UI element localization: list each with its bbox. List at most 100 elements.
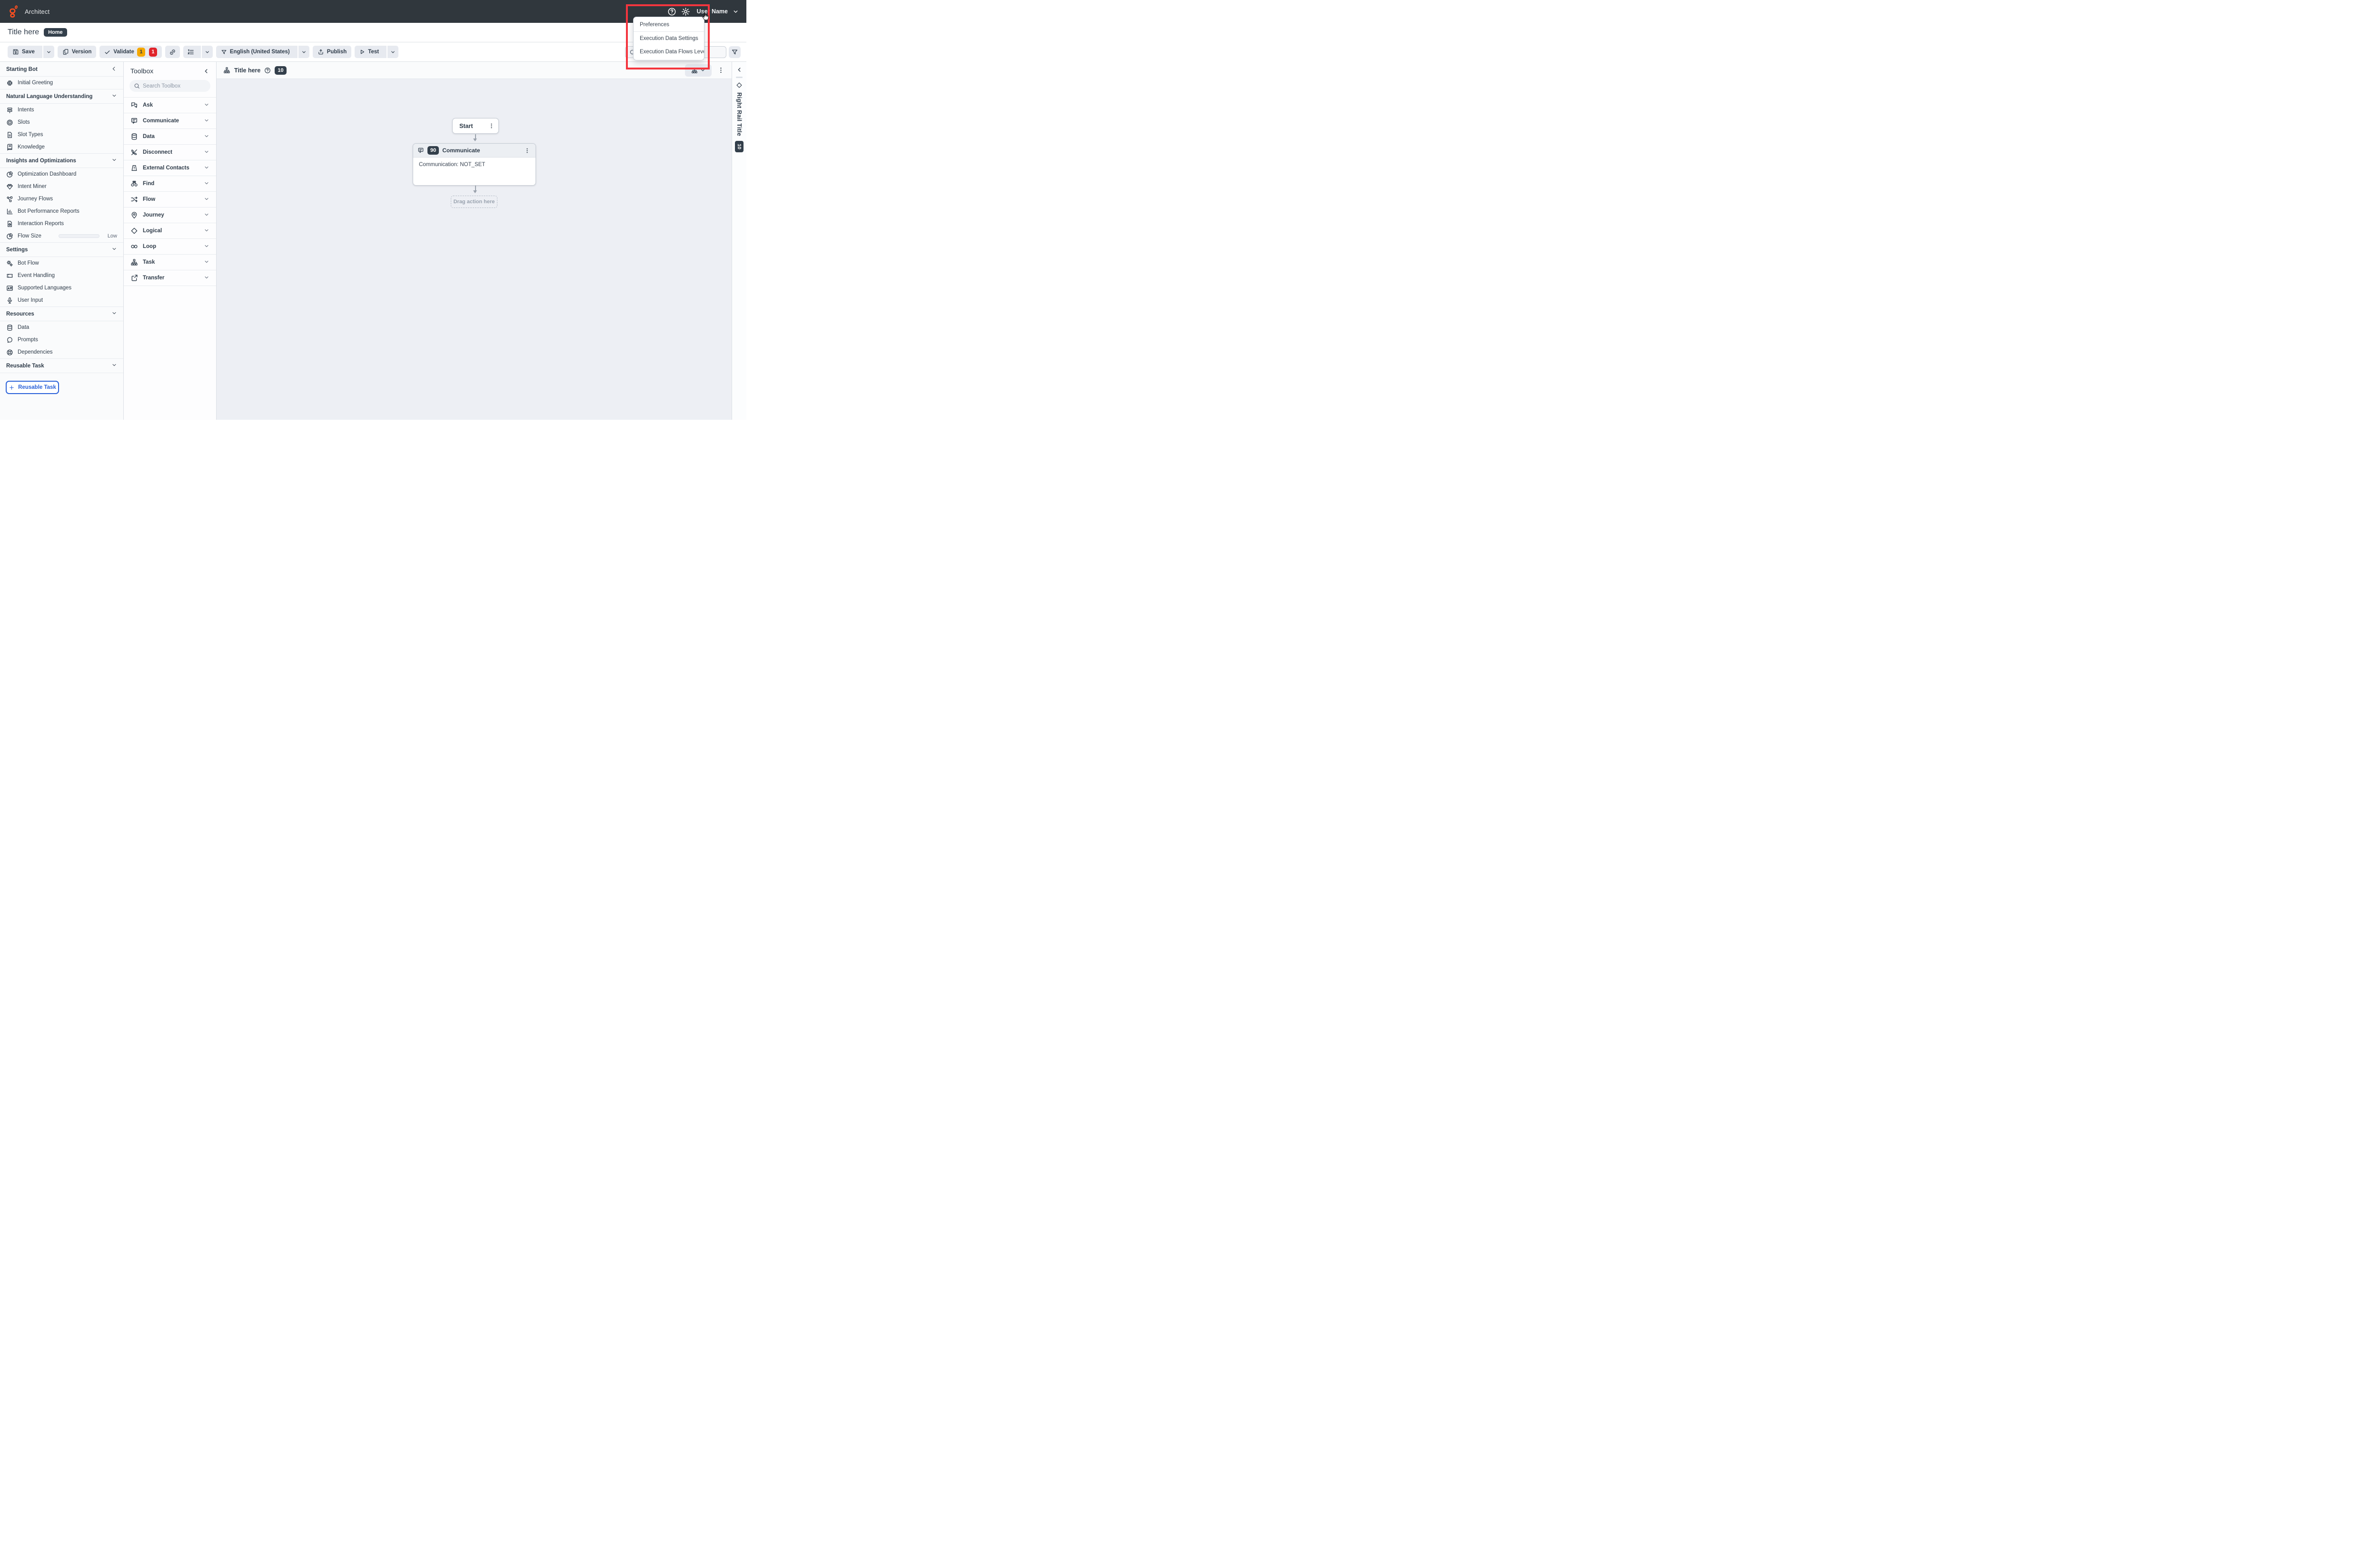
chevron-down-icon[interactable] xyxy=(111,93,117,99)
sidebar-section-resources[interactable]: Resources xyxy=(0,307,123,321)
microphone-icon xyxy=(6,297,13,304)
settings-menu: PreferencesExecution Data SettingsExecut… xyxy=(633,17,704,60)
drag-action-dropzone[interactable]: Drag action here xyxy=(451,196,497,208)
ordered-list-dropdown[interactable] xyxy=(201,46,213,58)
chat-bubble-icon xyxy=(6,336,13,344)
sidebar-item-bot-performance-reports[interactable]: Bot Performance Reports xyxy=(0,205,123,217)
sidebar-item-interaction-reports[interactable]: Interaction Reports xyxy=(0,217,123,230)
flow-canvas[interactable]: Start 90 Communicate Communication xyxy=(217,79,732,420)
toolbox-category-task[interactable]: Task xyxy=(124,255,216,270)
sidebar-item-event-handling[interactable]: Event Handling xyxy=(0,269,123,282)
collapse-left-icon[interactable] xyxy=(736,67,743,73)
report-doc-icon xyxy=(6,220,13,227)
sidebar-item-intent-miner[interactable]: Intent Miner xyxy=(0,180,123,193)
item-label: Prompts xyxy=(18,337,38,343)
item-label: Intent Miner xyxy=(18,184,47,189)
chevron-down-icon[interactable] xyxy=(111,157,117,163)
toolbox-category-disconnect[interactable]: Disconnect xyxy=(124,145,216,160)
start-node-kebab-menu[interactable] xyxy=(487,120,496,132)
chevron-down-icon xyxy=(204,165,209,170)
toolbox-category-data[interactable]: Data xyxy=(124,129,216,144)
category-label: Transfer xyxy=(143,275,164,281)
test-dropdown[interactable] xyxy=(387,46,398,58)
sidebar-item-slots[interactable]: Slots xyxy=(0,116,123,128)
diamond-icon[interactable] xyxy=(736,82,743,89)
item-label: Event Handling xyxy=(18,273,55,278)
link-button[interactable] xyxy=(165,46,180,58)
sidebar-item-prompts[interactable]: Prompts xyxy=(0,334,123,346)
sidebar-item-supported-languages[interactable]: Supported Languages xyxy=(0,282,123,294)
question-circle-icon[interactable] xyxy=(264,67,271,74)
view-mode-button[interactable] xyxy=(685,64,712,77)
chevron-down-icon[interactable] xyxy=(111,362,117,368)
right-rail-title: Right Rail Title xyxy=(736,92,743,136)
home-badge: Home xyxy=(44,28,67,37)
sidebar-item-initial-greeting[interactable]: Initial Greeting xyxy=(0,77,123,89)
toolbox-category-find[interactable]: Find xyxy=(124,176,216,191)
sidebar-item-journey-flows[interactable]: Journey Flows xyxy=(0,193,123,205)
shuffle-icon xyxy=(130,196,138,203)
canvas-kebab-menu[interactable] xyxy=(716,64,725,77)
toolbox-search[interactable] xyxy=(129,80,210,92)
toolbox-category-ask[interactable]: Ask xyxy=(124,98,216,113)
sidebar-item-knowledge[interactable]: Knowledge xyxy=(0,141,123,153)
ordered-list-button[interactable] xyxy=(183,46,213,58)
external-contacts-icon xyxy=(130,164,138,172)
sidebar-section-natural-language-understanding[interactable]: Natural Language Understanding xyxy=(0,89,123,103)
sidebar-item-flow-size[interactable]: Flow SizeLow xyxy=(0,230,123,242)
chevron-down-icon xyxy=(204,149,209,155)
sidebar-item-dependencies[interactable]: Dependencies xyxy=(0,346,123,358)
sidebar-section-reusable-task[interactable]: Reusable Task xyxy=(0,359,123,373)
chevron-down-icon[interactable] xyxy=(733,9,739,15)
test-button[interactable]: Test xyxy=(355,46,398,58)
toolbox-category-loop[interactable]: Loop xyxy=(124,239,216,254)
item-label: Slots xyxy=(18,119,30,125)
toolbox-category-external-contacts[interactable]: External Contacts xyxy=(124,160,216,176)
sidebar-item-data[interactable]: Data xyxy=(0,321,123,334)
gear-icon[interactable] xyxy=(681,7,690,16)
filter-button[interactable] xyxy=(729,46,741,58)
sidebar-section-settings[interactable]: Settings xyxy=(0,243,123,257)
sidebar-item-bot-flow[interactable]: Bot Flow xyxy=(0,257,123,269)
collapse-left-icon[interactable] xyxy=(203,68,209,74)
language-dropdown[interactable] xyxy=(298,46,309,58)
validate-button[interactable]: Validate 1 1 xyxy=(99,46,161,58)
user-name[interactable]: User Name xyxy=(697,8,728,15)
sidebar-item-optimization-dashboard[interactable]: Optimization Dashboard xyxy=(0,168,123,180)
chevron-down-icon xyxy=(204,227,209,233)
version-button[interactable]: Version xyxy=(58,46,97,58)
section-label: Resources xyxy=(6,311,34,317)
menu-item-execution-data-flows-level[interactable]: Execution Data Flows Level xyxy=(634,45,704,59)
sidebar-item-intents[interactable]: Intents xyxy=(0,104,123,116)
toolbox-category-communicate[interactable]: Communicate xyxy=(124,113,216,128)
save-button[interactable]: Save xyxy=(8,46,54,58)
toolbox-search-input[interactable] xyxy=(143,83,206,89)
toolbox-category-flow[interactable]: Flow xyxy=(124,192,216,207)
toolbox-category-transfer[interactable]: Transfer xyxy=(124,270,216,286)
language-button[interactable]: English (United States) xyxy=(216,46,309,58)
chevron-down-icon[interactable] xyxy=(111,310,117,316)
phone-slash-icon xyxy=(130,148,138,156)
sidebar-item-slot-types[interactable]: Slot Types xyxy=(0,128,123,141)
start-node[interactable]: Start xyxy=(452,118,499,134)
add-reusable-task-button[interactable]: Reusable Task xyxy=(6,381,59,394)
toolbox-category-logical[interactable]: Logical xyxy=(124,223,216,238)
sidebar-section-starting-bot[interactable]: Starting Bot xyxy=(0,62,123,76)
chevron-down-icon[interactable] xyxy=(111,246,117,252)
section-label: Natural Language Understanding xyxy=(6,94,92,99)
menu-item-preferences[interactable]: Preferences xyxy=(634,18,704,31)
publish-button[interactable]: Publish xyxy=(313,46,352,58)
save-dropdown[interactable] xyxy=(42,46,54,58)
validate-warning-badge: 1 xyxy=(137,48,145,57)
help-icon[interactable] xyxy=(667,7,676,16)
section-label: Insights and Optimizations xyxy=(6,158,76,164)
toolbox-category-journey[interactable]: Journey xyxy=(124,208,216,223)
collapse-left-icon[interactable] xyxy=(111,66,117,72)
communicate-node-kebab-menu[interactable] xyxy=(523,144,531,157)
page-title: Title here xyxy=(8,28,39,37)
sidebar-section-insights-and-optimizations[interactable]: Insights and Optimizations xyxy=(0,154,123,168)
communicate-node[interactable]: 90 Communicate Communication: NOT_SET xyxy=(413,143,536,186)
publish-icon xyxy=(317,49,324,55)
sidebar-item-user-input[interactable]: User Input xyxy=(0,294,123,306)
menu-item-execution-data-settings[interactable]: Execution Data Settings xyxy=(634,32,704,45)
